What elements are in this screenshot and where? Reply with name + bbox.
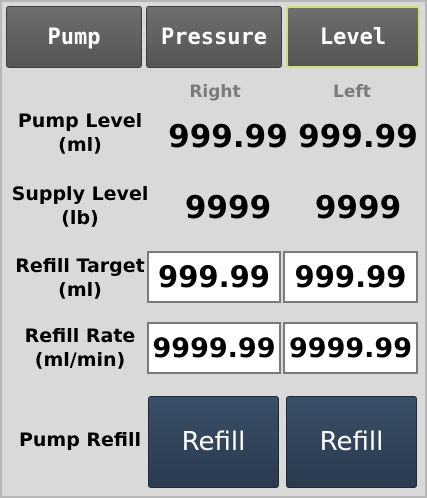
pump-refill-label: Pump Refill bbox=[18, 429, 142, 451]
supply-level-label-line2: (lb) bbox=[61, 207, 99, 229]
supply-level-right-value: 9999 bbox=[184, 190, 272, 226]
refill-rate-right-input[interactable]: 9999.99 bbox=[147, 322, 281, 374]
tab-pressure[interactable]: Pressure bbox=[146, 6, 282, 68]
refill-rate-label: Refill Rate (ml/min) bbox=[6, 324, 154, 372]
column-header-right: Right bbox=[189, 82, 241, 102]
supply-level-label: Supply Level (lb) bbox=[6, 182, 154, 230]
supply-level-left-value: 9999 bbox=[314, 190, 402, 226]
pump-level-label: Pump Level (ml) bbox=[6, 109, 154, 157]
refill-right-button[interactable]: Refill bbox=[148, 396, 279, 488]
refill-target-label-line1: Refill Target bbox=[15, 255, 145, 277]
pump-level-right-value: 999.99 bbox=[168, 119, 288, 155]
refill-target-label-line2: (ml) bbox=[58, 279, 102, 301]
tab-level[interactable]: Level bbox=[286, 6, 420, 68]
refill-target-right-input[interactable]: 999.99 bbox=[147, 251, 281, 303]
pump-level-label-line1: Pump Level bbox=[17, 110, 143, 132]
refill-rate-left-input[interactable]: 9999.99 bbox=[283, 322, 418, 374]
refill-target-label: Refill Target (ml) bbox=[6, 254, 154, 302]
refill-rate-label-line1: Refill Rate bbox=[24, 325, 136, 347]
pump-level-left-value: 999.99 bbox=[298, 119, 418, 155]
tab-pump[interactable]: Pump bbox=[6, 6, 142, 68]
supply-level-label-line1: Supply Level bbox=[11, 183, 149, 205]
level-panel: Pump Pressure Level Right Left Pump Leve… bbox=[0, 0, 427, 498]
refill-target-left-input[interactable]: 999.99 bbox=[283, 251, 418, 303]
column-header-left: Left bbox=[333, 82, 371, 102]
refill-left-button[interactable]: Refill bbox=[286, 396, 417, 488]
refill-rate-label-line2: (ml/min) bbox=[34, 349, 126, 371]
pump-level-label-line2: (ml) bbox=[58, 134, 102, 156]
